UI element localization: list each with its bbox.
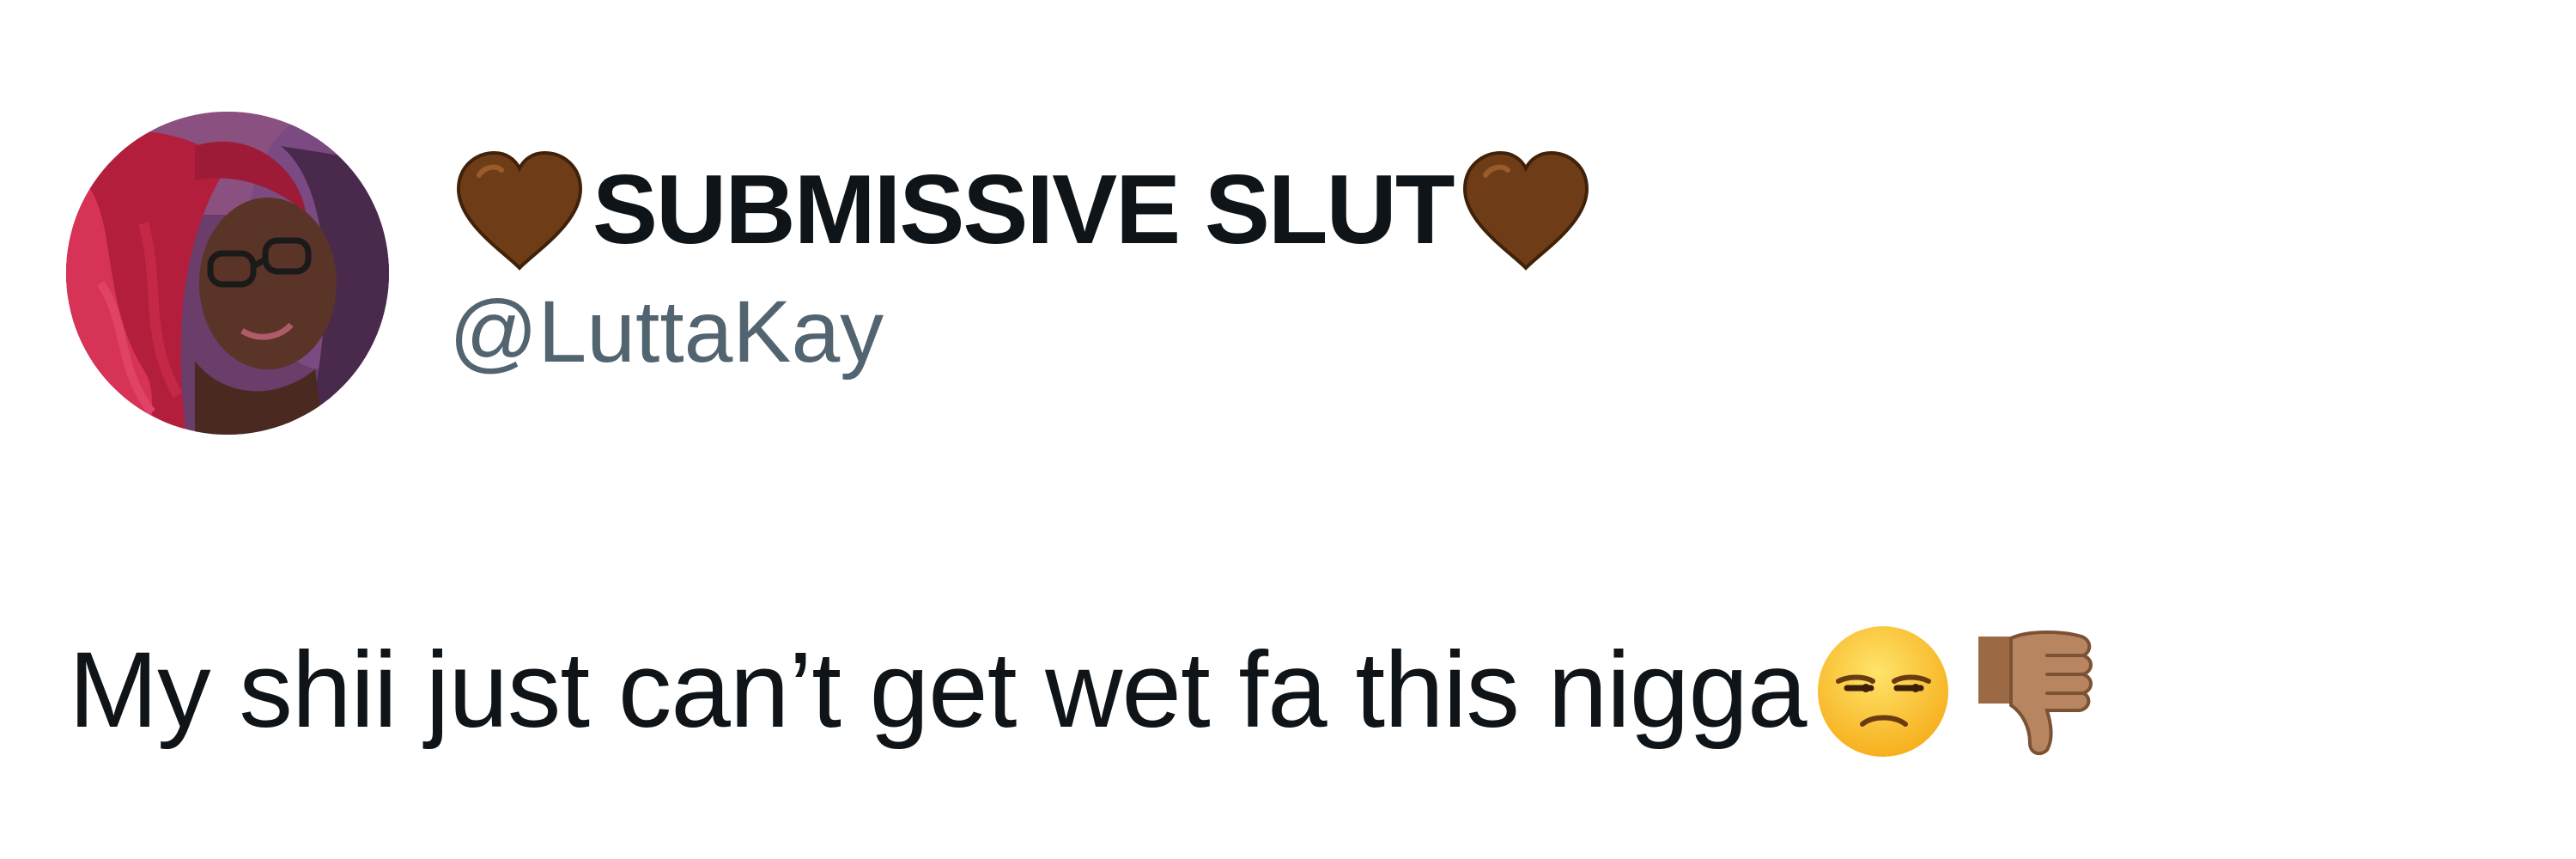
display-name-row[interactable]: SUBMISSIVE SLUT (453, 142, 1592, 279)
display-name: SUBMISSIVE SLUT (592, 155, 1455, 265)
user-handle[interactable]: @LuttaKay (449, 288, 884, 375)
tweet-body: My shii just can’t get wet fa this nigga (69, 617, 2103, 763)
tweet-card: SUBMISSIVE SLUT @LuttaKay My shii just c… (0, 0, 2576, 859)
brown-heart-icon (453, 149, 586, 271)
thumbs-down-icon (1961, 619, 2103, 761)
unamused-face-icon (1813, 619, 1954, 761)
avatar[interactable] (66, 112, 389, 435)
tweet-text: My shii just can’t get wet fa this nigga (69, 630, 1807, 750)
brown-heart-icon (1460, 149, 1592, 271)
